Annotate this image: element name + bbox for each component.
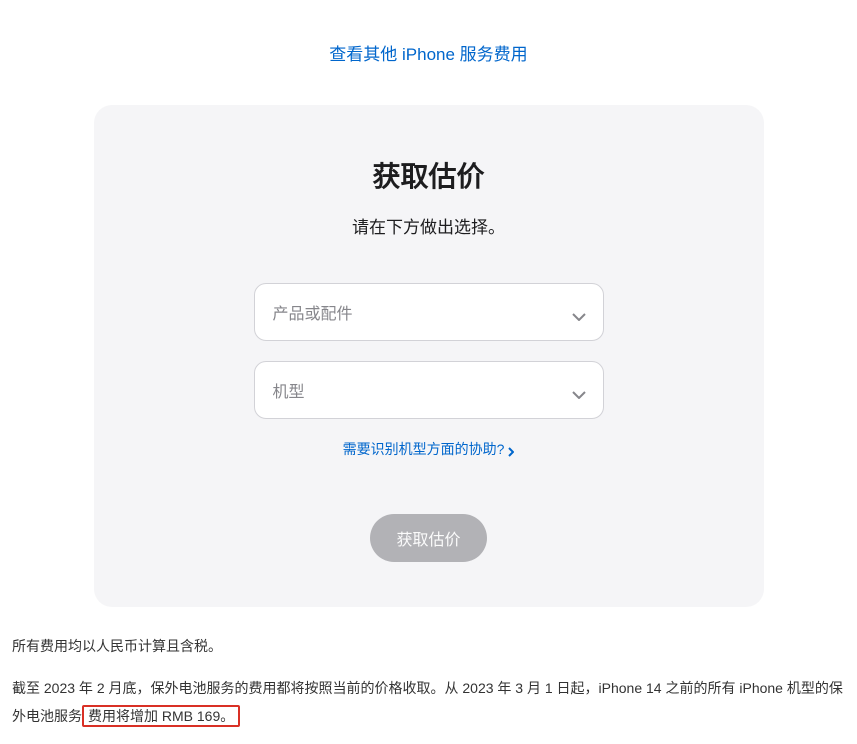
help-link-container: 需要识别机型方面的协助? (134, 439, 724, 459)
price-increase-highlight: 费用将增加 RMB 169。 (82, 705, 240, 727)
card-title: 获取估价 (134, 155, 724, 195)
top-link-container: 查看其他 iPhone 服务费用 (0, 40, 857, 65)
get-estimate-button[interactable]: 获取估价 (370, 514, 486, 562)
card-subtitle: 请在下方做出选择。 (134, 213, 724, 238)
model-select-placeholder: 机型 (273, 378, 305, 402)
model-select[interactable]: 机型 (254, 361, 604, 419)
estimate-card: 获取估价 请在下方做出选择。 产品或配件 机型 需要识别机型方面的协助? (94, 105, 764, 607)
help-link-text: 需要识别机型方面的协助? (343, 439, 505, 459)
chevron-right-icon (508, 444, 514, 454)
product-select-wrapper: 产品或配件 (254, 283, 604, 341)
other-services-link[interactable]: 查看其他 iPhone 服务费用 (329, 45, 527, 64)
page-container: 查看其他 iPhone 服务费用 获取估价 请在下方做出选择。 产品或配件 机型… (0, 0, 857, 730)
note-line-2: 截至 2023 年 2 月底，保外电池服务的费用都将按照当前的价格收取。从 20… (12, 674, 845, 730)
product-select-placeholder: 产品或配件 (273, 300, 353, 324)
notes-section: 所有费用均以人民币计算且含税。 截至 2023 年 2 月底，保外电池服务的费用… (0, 607, 857, 730)
identify-model-help-link[interactable]: 需要识别机型方面的协助? (343, 439, 515, 459)
note-line-1: 所有费用均以人民币计算且含税。 (12, 632, 845, 660)
product-select[interactable]: 产品或配件 (254, 283, 604, 341)
model-select-wrapper: 机型 (254, 361, 604, 419)
